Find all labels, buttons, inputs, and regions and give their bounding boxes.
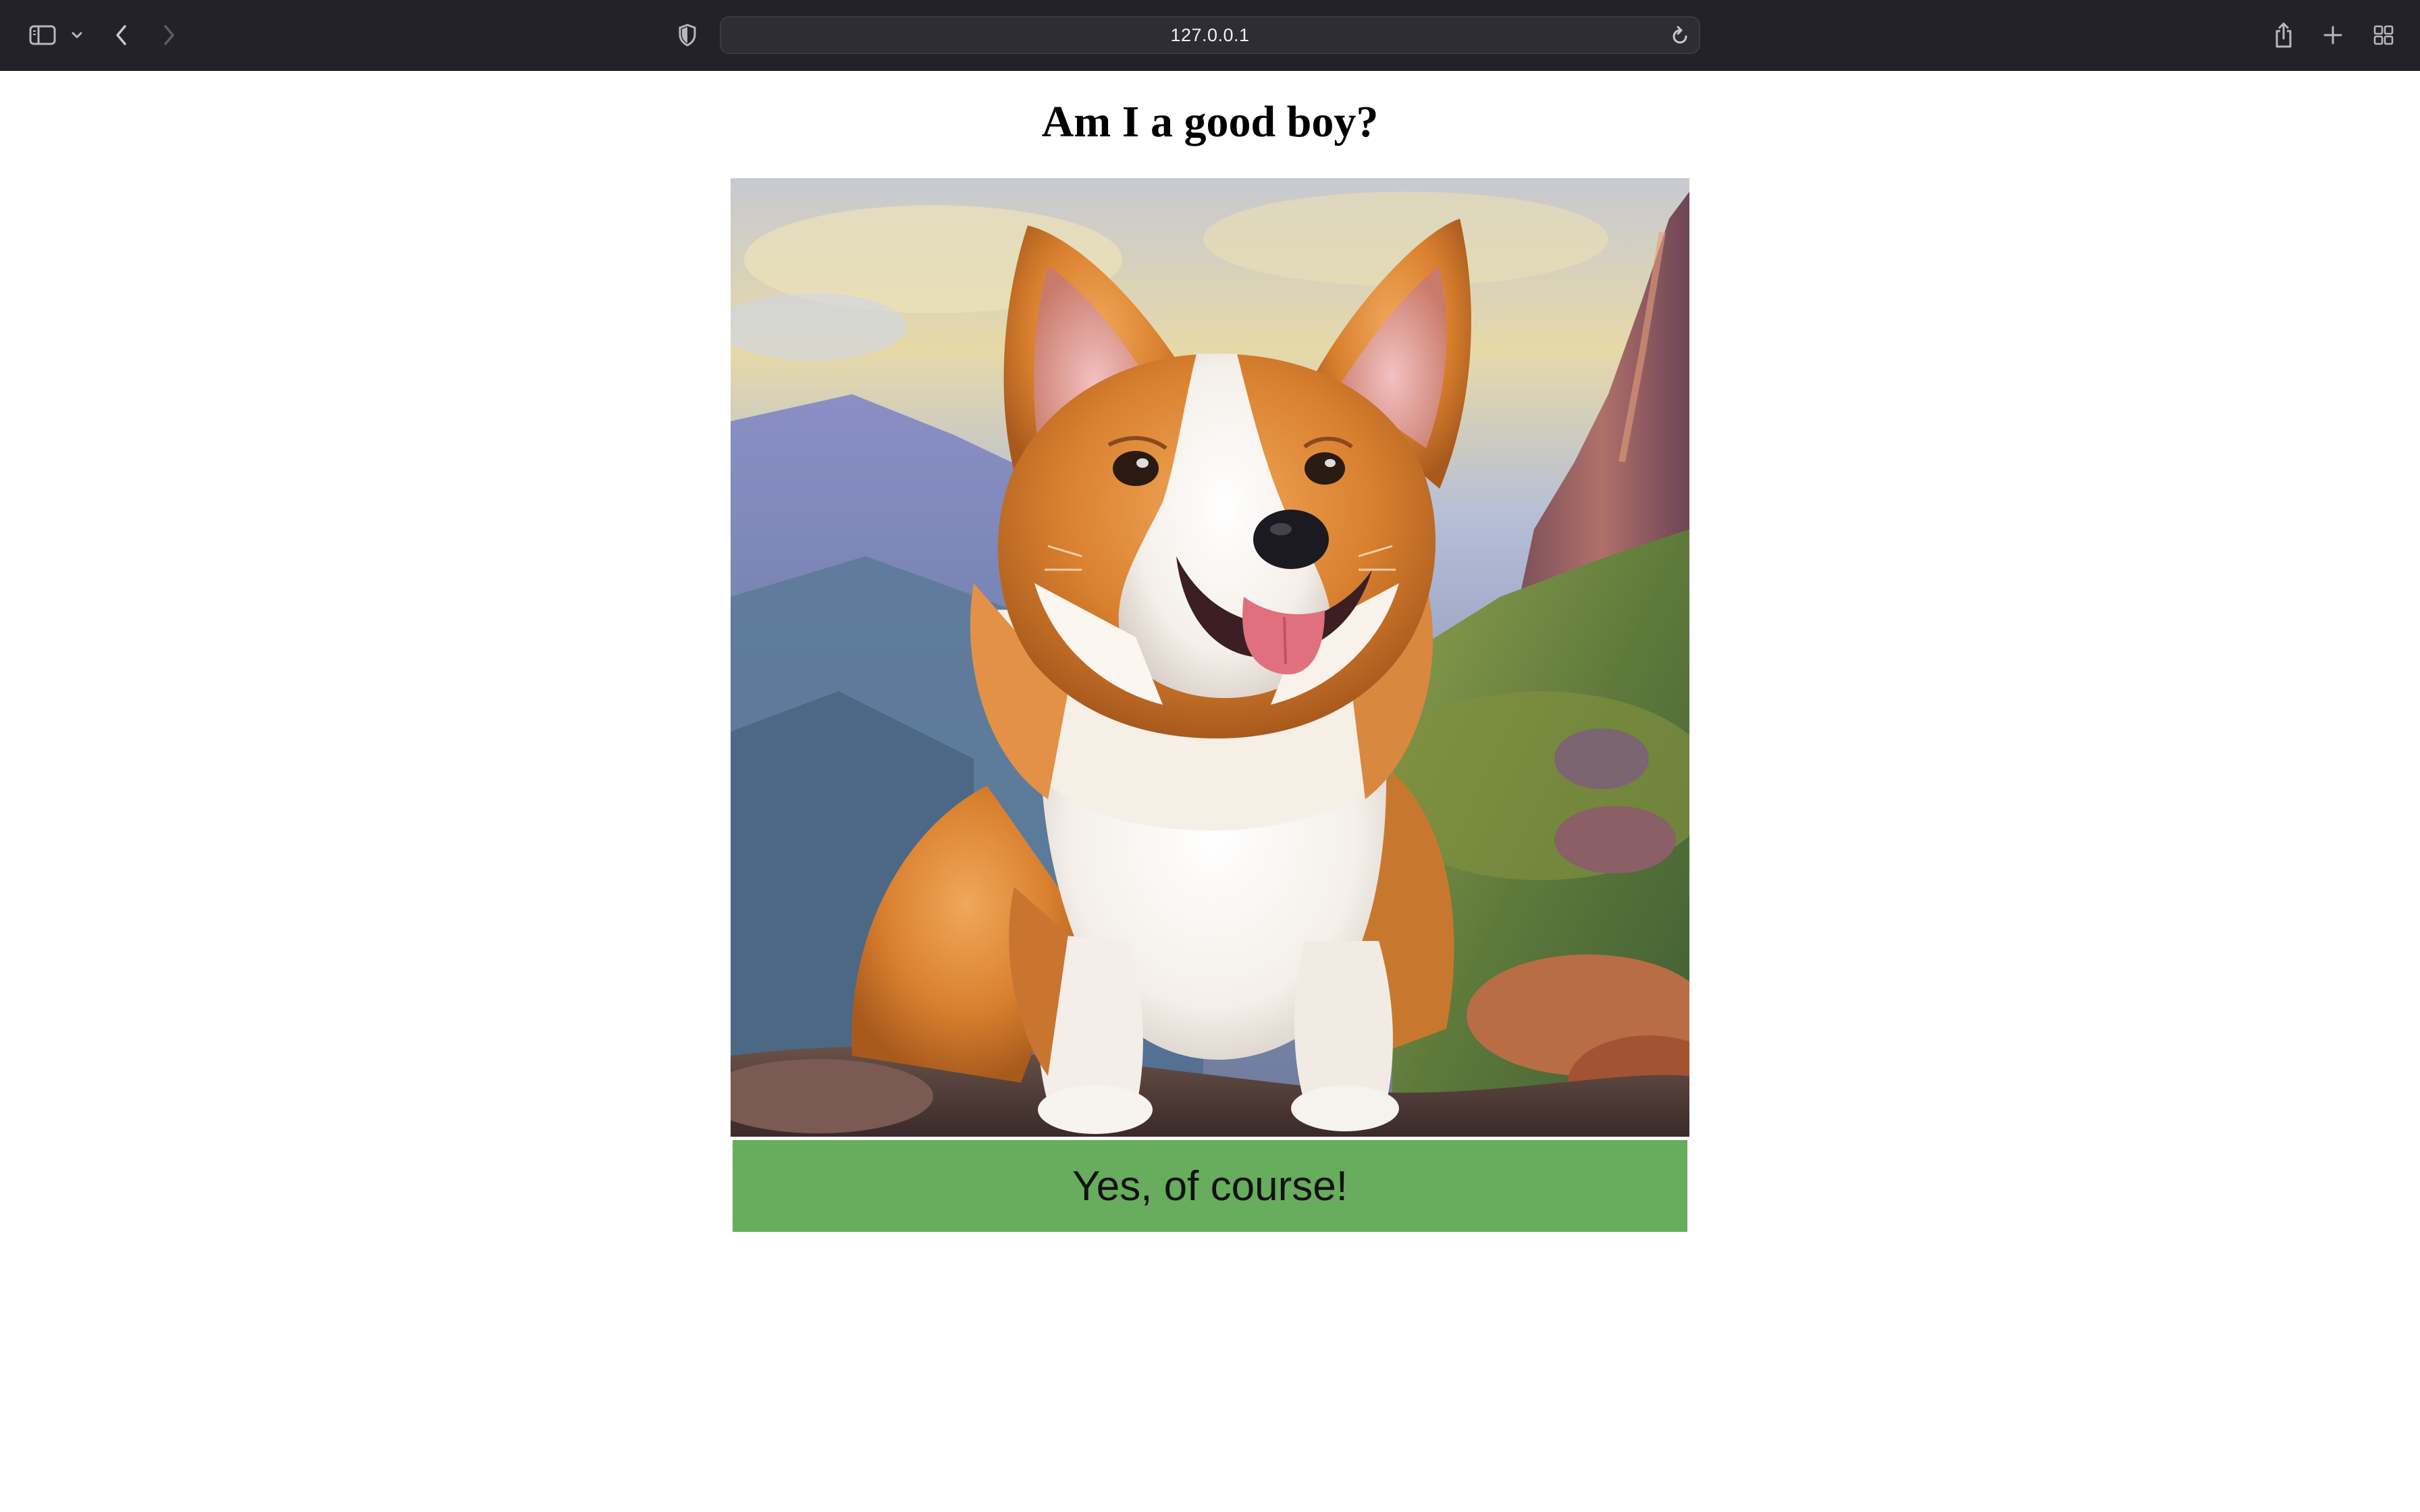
tab-overview-icon bbox=[2373, 25, 2394, 45]
url-text[interactable]: 127.0.0.1 bbox=[1170, 25, 1249, 46]
shield-icon bbox=[679, 24, 696, 47]
back-icon bbox=[116, 25, 126, 45]
plus-icon bbox=[2323, 26, 2342, 45]
page-title: Am I a good boy? bbox=[1041, 97, 1379, 146]
share-button[interactable] bbox=[2270, 18, 2297, 53]
tab-overview-button[interactable] bbox=[2370, 18, 2397, 53]
sidebar-menu-button[interactable] bbox=[68, 18, 86, 53]
privacy-report-button[interactable] bbox=[674, 18, 701, 53]
sidebar-toggle-button[interactable] bbox=[26, 18, 59, 53]
new-tab-button[interactable] bbox=[2319, 18, 2346, 53]
forward-button[interactable] bbox=[155, 18, 182, 53]
answer-button[interactable]: Yes, of course! bbox=[733, 1140, 1687, 1232]
page-content: Am I a good boy? Yes, of course! bbox=[0, 71, 2420, 1512]
reload-icon bbox=[1673, 26, 1687, 44]
reload-button[interactable] bbox=[1671, 26, 1689, 49]
address-bar[interactable]: 127.0.0.1 bbox=[720, 16, 1700, 54]
share-icon bbox=[2276, 22, 2292, 48]
corgi-photo bbox=[731, 178, 1689, 1137]
back-button[interactable] bbox=[108, 18, 135, 53]
chevron-down-icon bbox=[72, 32, 82, 38]
browser-toolbar: 127.0.0.1 bbox=[0, 0, 2420, 71]
forward-icon bbox=[164, 25, 174, 45]
sidebar-icon bbox=[29, 25, 56, 45]
